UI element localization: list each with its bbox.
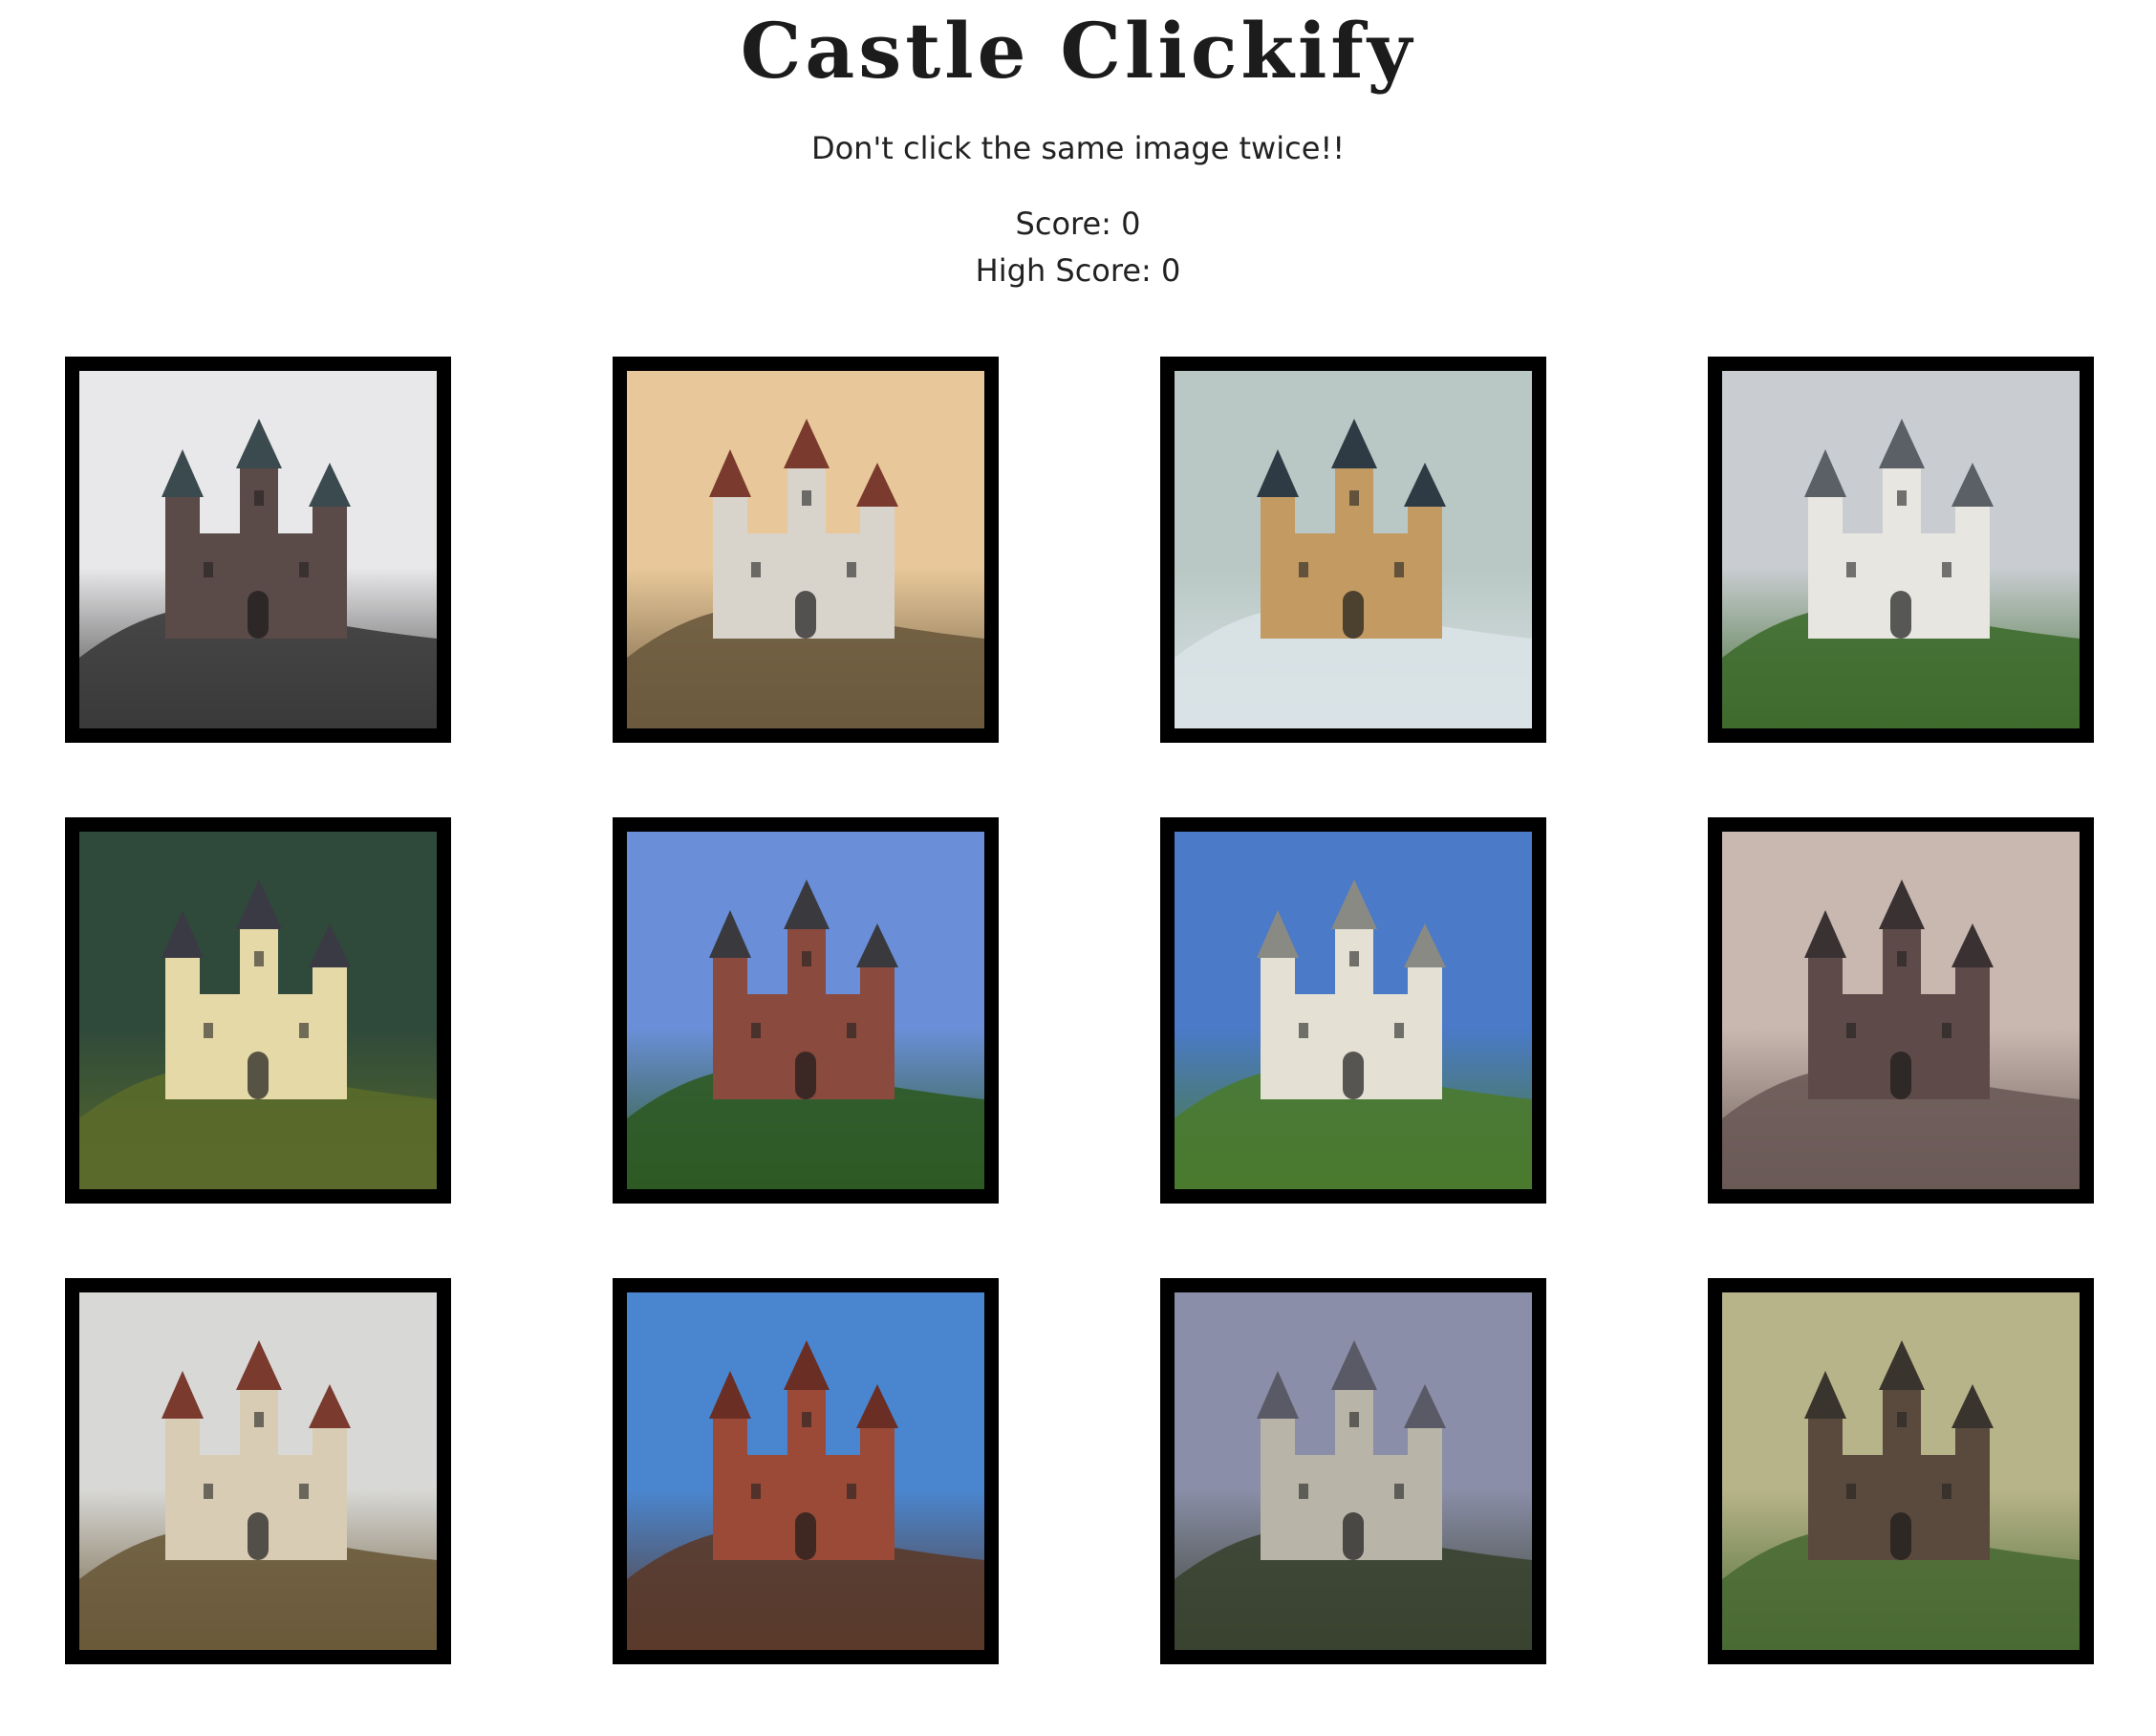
castle-card[interactable] — [613, 1278, 999, 1664]
castle-card[interactable] — [65, 817, 451, 1204]
castle-card[interactable] — [613, 817, 999, 1204]
castle-heidelberg-ruin-image — [627, 1292, 984, 1650]
castle-clickify-page: Castle Clickify Don't click the same ima… — [0, 0, 2156, 1736]
castle-neuschwanstein-image — [1722, 371, 2080, 728]
castle-card[interactable] — [65, 1278, 451, 1664]
castle-tower-ruin-image — [1722, 832, 2080, 1189]
castle-sigmaringen-image — [79, 1292, 437, 1650]
castle-stolzenfels-image — [1175, 832, 1532, 1189]
castle-hohenzollern-fog-image — [1175, 371, 1532, 728]
castle-card[interactable] — [1708, 1278, 2094, 1664]
castle-card[interactable] — [613, 357, 999, 743]
castle-card[interactable] — [1160, 1278, 1546, 1664]
castle-card[interactable] — [1160, 817, 1546, 1204]
castle-card[interactable] — [1708, 817, 2094, 1204]
castle-eltz-image — [79, 371, 437, 728]
castle-cochem-hill-image — [1722, 1292, 2080, 1650]
castle-lichtenstein-image — [1175, 1292, 1532, 1650]
castle-card[interactable] — [1160, 357, 1546, 743]
castle-moyland-image — [627, 832, 984, 1189]
castle-card[interactable] — [1708, 357, 2094, 743]
image-grid — [0, 0, 2156, 1736]
castle-reflection-lake-image — [627, 371, 984, 728]
castle-forest-hillside-image — [79, 832, 437, 1189]
castle-card[interactable] — [65, 357, 451, 743]
